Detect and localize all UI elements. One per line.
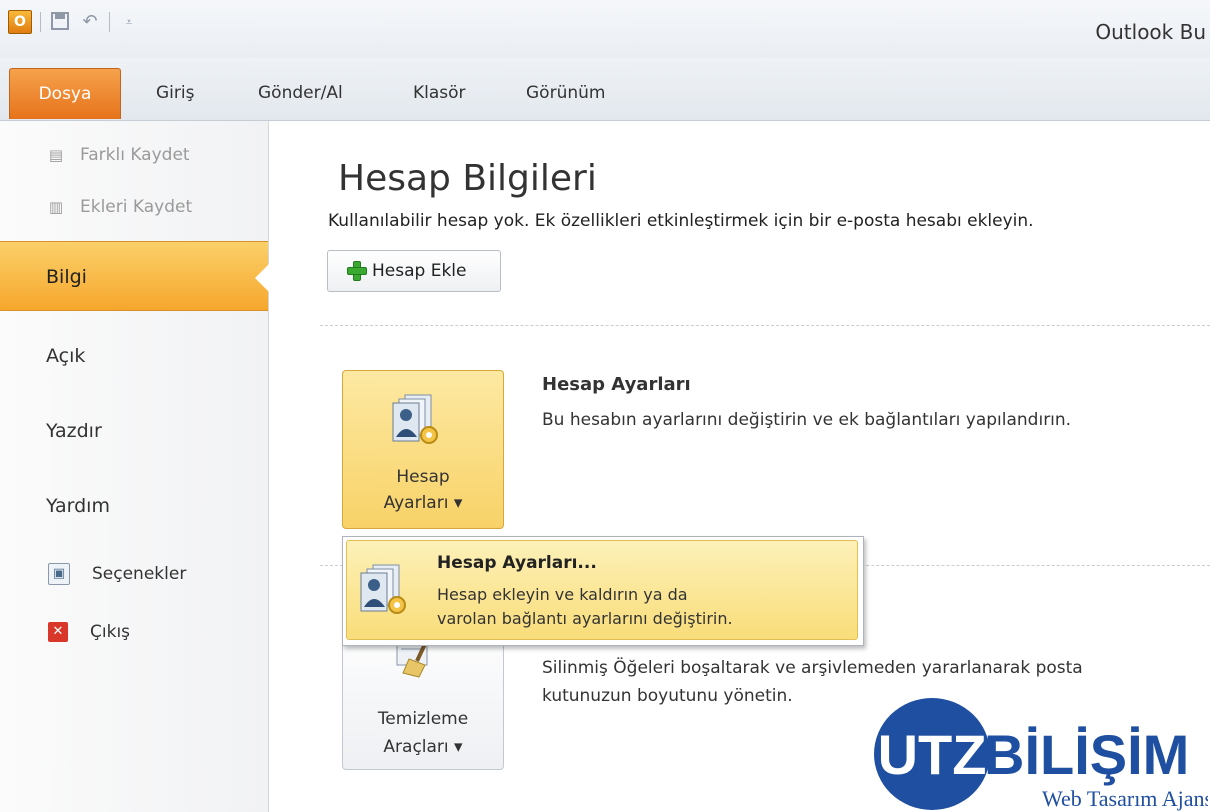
- plus-icon: [346, 260, 368, 282]
- add-account-label: Hesap Ekle: [372, 261, 467, 281]
- nav-item-open[interactable]: Açık: [0, 321, 268, 391]
- save-as-label: Farklı Kaydet: [80, 145, 190, 165]
- tab-file[interactable]: Dosya: [9, 68, 121, 119]
- menu-item-title: Hesap Ayarları...: [437, 553, 597, 573]
- backstage-nav: ▤ Farklı Kaydet ▥ Ekleri Kaydet Bilgi Aç…: [0, 121, 269, 812]
- account-settings-description: Bu hesabın ayarlarını değiştirin ve ek b…: [542, 410, 1072, 430]
- nav-item-print[interactable]: Yazdır: [0, 396, 268, 466]
- menu-item-description: Hesap ekleyin ve kaldırın ya da varolan …: [437, 583, 733, 631]
- outlook-app-icon[interactable]: O: [8, 10, 32, 34]
- nav-item-info[interactable]: Bilgi: [0, 241, 269, 311]
- exit-icon: ✕: [48, 622, 68, 642]
- nav-item-help[interactable]: Yardım: [0, 471, 268, 541]
- tab-send-receive[interactable]: Gönder/Al: [258, 68, 343, 118]
- options-label: Seçenekler: [92, 564, 187, 584]
- account-settings-heading: Hesap Ayarları: [542, 374, 691, 395]
- undo-icon[interactable]: ↶: [79, 11, 101, 33]
- account-settings-icon: [360, 564, 406, 614]
- account-settings-button-label: Hesap: [396, 467, 450, 487]
- save-as-icon: ▤: [48, 146, 64, 164]
- window-title: Outlook Bu: [1095, 20, 1206, 44]
- page-subtitle: Kullanılabilir hesap yok. Ek özellikleri…: [328, 211, 1034, 231]
- page-title: Hesap Bilgileri: [338, 158, 597, 199]
- logo-tagline: Web Tasarım Ajansı: [1042, 786, 1208, 811]
- add-account-button[interactable]: Hesap Ekle: [327, 250, 501, 292]
- logo-text-utz: UTZ: [878, 723, 987, 786]
- save-as-command[interactable]: ▤ Farklı Kaydet: [46, 139, 190, 171]
- save-attachments-label: Ekleri Kaydet: [80, 197, 193, 217]
- save-attachments-icon: ▥: [48, 198, 64, 216]
- toolbar-separator: [109, 12, 110, 32]
- logo-text-bilisim: BİLİŞİM: [984, 723, 1189, 786]
- title-bar: O ↶ ⩡ Outlook Bu: [0, 0, 1210, 58]
- quick-access-toolbar: O ↶ ⩡: [8, 10, 140, 34]
- menu-item-account-settings[interactable]: Hesap Ayarları... Hesap ekleyin ve kaldı…: [346, 540, 858, 640]
- utz-bilisim-logo: UTZ BİLİŞİM Web Tasarım Ajansı: [874, 698, 1208, 811]
- options-command[interactable]: ▣ Seçenekler: [48, 559, 186, 589]
- cleanup-description-line: Silinmiş Öğeleri boşaltarak ve arşivleme…: [542, 658, 1083, 678]
- exit-command[interactable]: ✕ Çıkış: [48, 617, 130, 647]
- tab-home[interactable]: Giriş: [156, 68, 194, 118]
- tab-folder[interactable]: Klasör: [413, 68, 466, 118]
- menu-item-description-line: Hesap ekleyin ve kaldırın ya da: [437, 585, 688, 604]
- options-icon: ▣: [48, 563, 70, 585]
- cleanup-tools-button-label: Temizleme: [377, 709, 469, 729]
- customize-qat-icon[interactable]: ⩡: [118, 11, 140, 33]
- cleanup-tools-button-label: Araçları ▾: [383, 737, 463, 757]
- account-settings-icon: [392, 394, 438, 444]
- ribbon-tabs: Dosya Giriş Gönder/Al Klasör Görünüm: [0, 58, 1210, 121]
- account-settings-button-label: Ayarları ▾: [383, 493, 463, 513]
- tab-view[interactable]: Görünüm: [526, 68, 605, 118]
- account-settings-dropdown: Hesap Ayarları... Hesap ekleyin ve kaldı…: [342, 536, 864, 646]
- account-settings-button[interactable]: Hesap Ayarları ▾: [342, 370, 504, 529]
- exit-label: Çıkış: [90, 622, 131, 642]
- section-divider: [320, 325, 1210, 326]
- save-icon[interactable]: [49, 11, 71, 33]
- toolbar-separator: [40, 12, 41, 32]
- save-attachments-command[interactable]: ▥ Ekleri Kaydet: [46, 191, 192, 223]
- menu-item-description-line: varolan bağlantı ayarlarını değiştirin.: [437, 609, 733, 628]
